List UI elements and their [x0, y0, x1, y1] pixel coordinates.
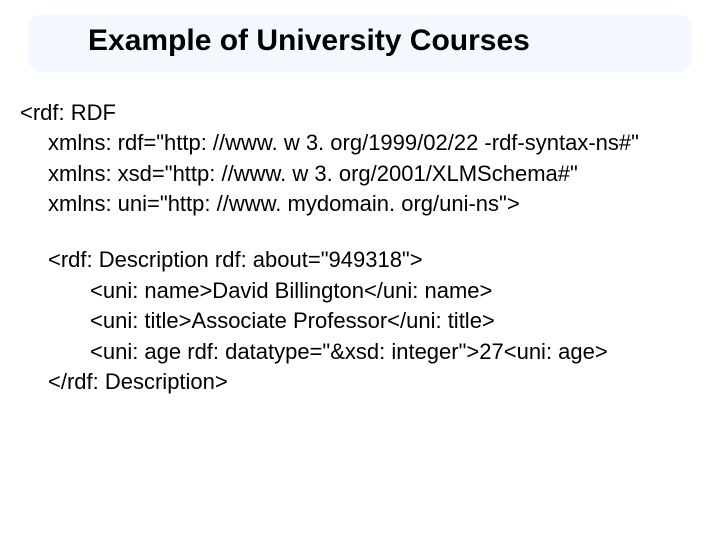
- slide: Example of University Courses <rdf: RDF …: [0, 14, 720, 540]
- title-bar: Example of University Courses: [28, 14, 692, 72]
- rdf-open-tag: <rdf: RDF: [20, 98, 700, 128]
- xmlns-rdf-line: xmlns: rdf="http: //www. w 3. org/1999/0…: [20, 128, 700, 158]
- slide-body: <rdf: RDF xmlns: rdf="http: //www. w 3. …: [20, 98, 700, 397]
- xmlns-uni-line: xmlns: uni="http: //www. mydomain. org/u…: [20, 189, 700, 219]
- uni-age-line: <uni: age rdf: datatype="&xsd: integer">…: [20, 337, 700, 367]
- description-open: <rdf: Description rdf: about="949318">: [20, 245, 700, 275]
- rdf-root-block: <rdf: RDF xmlns: rdf="http: //www. w 3. …: [20, 98, 700, 219]
- xmlns-xsd-line: xmlns: xsd="http: //www. w 3. org/2001/X…: [20, 159, 700, 189]
- slide-title: Example of University Courses: [88, 24, 674, 58]
- uni-name-line: <uni: name>David Billington</uni: name>: [20, 276, 700, 306]
- uni-title-line: <uni: title>Associate Professor</uni: ti…: [20, 306, 700, 336]
- description-close: </rdf: Description>: [20, 367, 700, 397]
- rdf-description-block: <rdf: Description rdf: about="949318"> <…: [20, 245, 700, 397]
